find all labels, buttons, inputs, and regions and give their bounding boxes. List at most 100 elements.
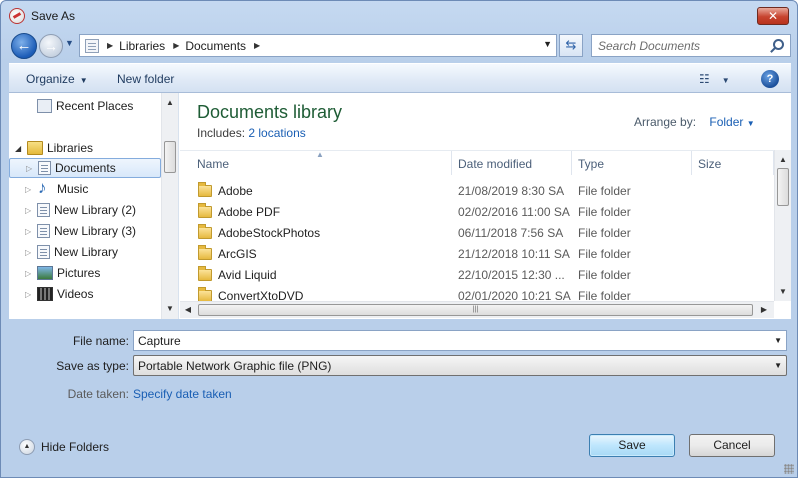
refresh-icon[interactable]: ⇆ [559,34,583,57]
search-input[interactable] [592,35,767,56]
location-icon [85,38,99,53]
nav-item-videos[interactable]: ▷ Videos [9,284,161,304]
forward-arrow-icon[interactable]: → [39,34,63,58]
nav-item-new-library-3[interactable]: ▷ New Library (3) [9,221,161,241]
arrange-by-dropdown[interactable]: Folder ▼ [709,115,754,129]
expand-icon[interactable]: ▷ [25,269,35,278]
date-taken-label: Date taken: [67,387,129,401]
file-type: File folder [578,184,631,198]
horizontal-scroll-thumb[interactable]: ||| [198,304,753,316]
breadcrumb-separator-icon[interactable]: ▶ [254,41,260,50]
locations-link[interactable]: 2 locations [248,126,305,140]
browser-area: Recent Places ◢ Libraries ▷ Documents ▷ … [9,93,791,319]
nav-item-label: Libraries [47,141,94,155]
column-divider[interactable] [451,151,452,175]
file-scroll-thumb[interactable] [777,168,789,206]
table-row[interactable]: Avid Liquid 22/10/2015 12:30 ... File fo… [180,265,774,286]
navigation-pane: Recent Places ◢ Libraries ▷ Documents ▷ … [9,93,179,319]
expand-icon[interactable]: ▷ [26,164,36,173]
file-list-scrollbar[interactable]: ▲ ▼ [774,150,791,301]
close-button[interactable]: ✕ [757,7,789,25]
expand-icon[interactable]: ▷ [25,290,35,299]
breadcrumb-libraries[interactable]: Libraries [119,39,165,53]
videos-icon [37,287,53,301]
save-as-type-label: Save as type: [56,359,129,373]
file-type: File folder [578,226,631,240]
expand-icon[interactable]: ▷ [25,185,35,194]
breadcrumb-documents[interactable]: Documents [185,39,246,53]
expand-icon[interactable]: ▷ [25,206,35,215]
nav-item-libraries[interactable]: ◢ Libraries [0,138,151,158]
file-date: 02/02/2016 11:00 SA [458,205,570,219]
file-name: Avid Liquid [218,268,277,282]
column-divider[interactable] [571,151,572,175]
save-as-dialog: Save As ✕ ← → ▼ ▶ Libraries ▶ Documents … [0,0,798,478]
file-date: 21/08/2019 8:30 SA [458,184,565,198]
nav-item-new-library[interactable]: ▷ New Library [9,242,161,262]
file-name: Adobe [218,184,253,198]
nav-item-music[interactable]: ▷ Music [9,178,161,199]
chevron-down-icon: ▼ [721,76,730,85]
column-header-name[interactable]: Name [197,157,229,171]
file-name: Adobe PDF [218,205,281,219]
table-row[interactable]: ConvertXtoDVD 02/01/2020 10:21 SA File f… [180,286,774,301]
recent-pages-dropdown-icon[interactable]: ▼ [65,38,74,48]
column-header-type[interactable]: Type [578,157,604,171]
help-icon[interactable]: ? [761,70,779,88]
specify-date-taken-link[interactable]: Specify date taken [133,387,232,401]
table-row[interactable]: Adobe 21/08/2019 8:30 SA File folder [180,181,774,202]
expand-icon[interactable]: ▷ [25,227,35,236]
file-name-input[interactable] [134,331,786,350]
chevron-down-icon[interactable]: ▼ [774,336,782,345]
documents-icon [38,161,51,175]
nav-scrollbar[interactable]: ▲ ▼ [161,93,178,319]
file-date: 06/11/2018 7:56 SA [458,226,564,240]
library-icon [37,203,50,217]
horizontal-scrollbar[interactable]: ◀ ||| ▶ [180,301,774,318]
folder-icon [198,203,212,218]
search-icon[interactable] [773,39,784,50]
folder-icon [198,287,212,301]
scroll-down-icon[interactable]: ▼ [162,301,178,317]
file-name: ConvertXtoDVD [218,289,304,301]
address-bar[interactable]: ▶ Libraries ▶ Documents ▶ ▼ [79,34,557,57]
scroll-up-icon[interactable]: ▲ [162,95,178,111]
resize-grip-icon[interactable] [784,464,794,474]
nav-item-documents[interactable]: ▷ Documents [9,158,161,178]
table-row[interactable]: Adobe PDF 02/02/2016 11:00 SA File folde… [180,202,774,223]
nav-item-pictures[interactable]: ▷ Pictures [9,263,161,283]
file-name: AdobeStockPhotos [218,226,321,240]
scroll-left-icon[interactable]: ◀ [180,302,196,318]
folder-icon [198,182,212,197]
hide-folders-button[interactable]: ▲ Hide Folders [19,439,109,455]
new-folder-button[interactable]: New folder [117,72,174,86]
address-dropdown-icon[interactable]: ▼ [543,39,552,49]
arrange-by: Arrange by: Folder ▼ [634,115,755,129]
save-button[interactable]: Save [589,434,675,457]
breadcrumb-separator-icon[interactable]: ▶ [173,41,179,50]
arrange-label: Arrange by: [634,115,697,129]
table-row[interactable]: AdobeStockPhotos 06/11/2018 7:56 SA File… [180,223,774,244]
nav-item-recent-places[interactable]: Recent Places [9,96,161,116]
expand-icon[interactable]: ▷ [25,248,35,257]
column-header-date[interactable]: Date modified [458,157,532,171]
nav-scroll-thumb[interactable] [164,141,176,173]
table-row[interactable]: ArcGIS 21/12/2018 10:11 SA File folder [180,244,774,265]
save-as-type-select[interactable]: Portable Network Graphic file (PNG) ▼ [133,355,787,376]
collapse-icon[interactable]: ◢ [15,144,25,153]
organize-button[interactable]: Organize ▼ [26,72,88,86]
search-box[interactable] [591,34,791,57]
column-header-size[interactable]: Size [698,157,721,171]
scroll-up-icon[interactable]: ▲ [775,152,791,168]
scroll-right-icon[interactable]: ▶ [756,302,772,318]
file-name-combo[interactable]: ▼ [133,330,787,351]
nav-item-new-library-2[interactable]: ▷ New Library (2) [9,200,161,220]
breadcrumb-separator-icon[interactable]: ▶ [107,41,113,50]
column-divider[interactable] [691,151,692,175]
scroll-down-icon[interactable]: ▼ [775,284,791,300]
change-view-button[interactable]: ☷ ▼ [699,72,730,86]
cancel-button[interactable]: Cancel [689,434,775,457]
sort-ascending-icon: ▲ [316,150,324,159]
back-arrow-icon[interactable]: ← [11,33,37,59]
folder-icon [198,245,212,260]
